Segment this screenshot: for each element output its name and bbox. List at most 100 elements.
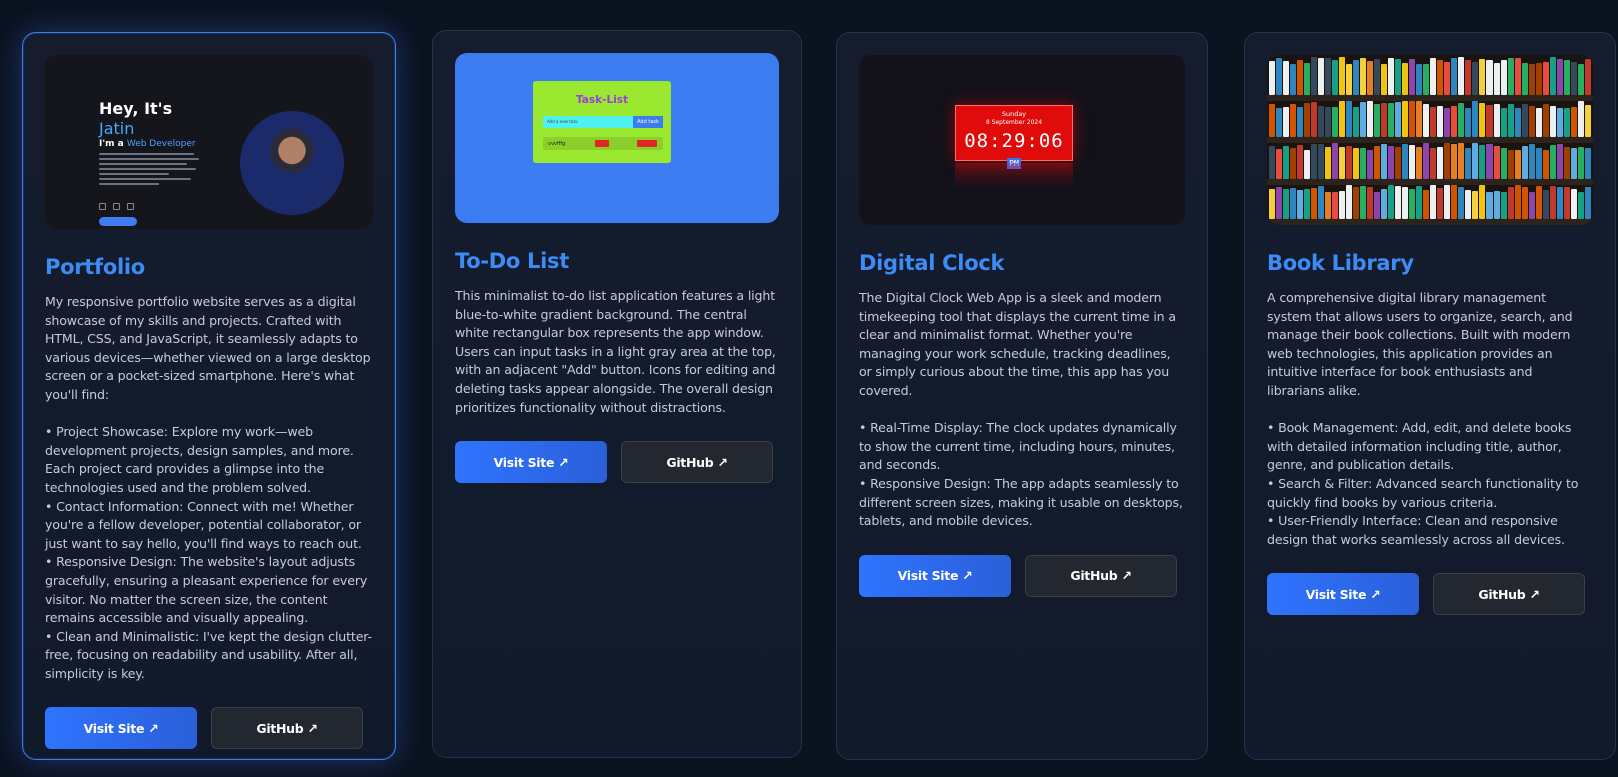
book-spine bbox=[1290, 64, 1297, 95]
book-spine bbox=[1444, 143, 1451, 179]
book-spine bbox=[1549, 186, 1556, 219]
book-spine bbox=[1339, 191, 1346, 219]
book-spine bbox=[1409, 145, 1416, 179]
book-spine bbox=[1395, 102, 1402, 137]
github-button[interactable]: GitHub ↗ bbox=[621, 441, 773, 484]
book-spine bbox=[1297, 60, 1304, 95]
book-spine bbox=[1423, 104, 1430, 137]
book-spine bbox=[1584, 148, 1591, 179]
visit-site-button[interactable]: Visit Site ↗ bbox=[45, 707, 197, 750]
book-spine bbox=[1521, 63, 1528, 95]
book-spine bbox=[1367, 61, 1374, 95]
card-title: Book Library bbox=[1267, 251, 1414, 275]
book-spine bbox=[1521, 187, 1528, 219]
book-spine bbox=[1346, 101, 1353, 137]
book-spine bbox=[1479, 59, 1486, 95]
book-spine bbox=[1500, 148, 1507, 179]
book-spine bbox=[1549, 145, 1556, 179]
book-spine bbox=[1283, 146, 1290, 179]
book-spine bbox=[1465, 148, 1472, 179]
visit-site-button[interactable]: Visit Site ↗ bbox=[1267, 573, 1419, 616]
book-spine bbox=[1395, 59, 1402, 95]
project-card-library: Book Library A comprehensive digital lib… bbox=[1244, 32, 1616, 760]
book-spine bbox=[1416, 186, 1423, 219]
book-spine bbox=[1514, 108, 1521, 137]
book-spine bbox=[1514, 58, 1521, 95]
book-spine bbox=[1304, 150, 1311, 179]
book-spine bbox=[1479, 103, 1486, 137]
visit-site-button[interactable]: Visit Site ↗ bbox=[455, 441, 607, 484]
github-button[interactable]: GitHub ↗ bbox=[1433, 573, 1585, 616]
book-spine bbox=[1346, 146, 1353, 179]
book-spine bbox=[1458, 143, 1465, 179]
library-thumbnail bbox=[1267, 55, 1593, 225]
book-spine bbox=[1269, 189, 1276, 219]
thumb-clock-day: Sunday bbox=[1001, 110, 1027, 118]
book-spine bbox=[1430, 107, 1437, 137]
book-spine bbox=[1318, 186, 1325, 219]
book-spine bbox=[1297, 190, 1304, 219]
book-spine bbox=[1472, 191, 1479, 219]
thumb-todo-delete bbox=[637, 140, 657, 147]
book-spine bbox=[1563, 187, 1570, 219]
book-spine bbox=[1402, 144, 1409, 179]
book-spine bbox=[1577, 64, 1584, 95]
book-spine bbox=[1269, 104, 1276, 137]
github-button[interactable]: GitHub ↗ bbox=[211, 707, 363, 750]
book-spine bbox=[1325, 192, 1332, 219]
book-spine bbox=[1437, 106, 1444, 137]
book-spine bbox=[1437, 60, 1444, 95]
book-spine bbox=[1493, 146, 1500, 179]
book-spine bbox=[1374, 59, 1381, 95]
book-spine bbox=[1500, 60, 1507, 95]
book-spine bbox=[1549, 106, 1556, 137]
project-card-portfolio: Hey, It's Jatin I'm a Web Developer Port… bbox=[22, 32, 396, 760]
github-button[interactable]: GitHub ↗ bbox=[1025, 554, 1177, 597]
book-spine bbox=[1423, 64, 1430, 95]
todo-thumbnail: Task-List Add a new task Add task vvvfff… bbox=[455, 53, 779, 223]
book-spine bbox=[1360, 148, 1367, 179]
book-row bbox=[1267, 57, 1593, 95]
book-spine bbox=[1304, 103, 1311, 137]
book-spine bbox=[1381, 144, 1388, 179]
book-spine bbox=[1304, 63, 1311, 95]
book-spine bbox=[1430, 58, 1437, 95]
book-spine bbox=[1493, 104, 1500, 137]
book-spine bbox=[1409, 101, 1416, 137]
book-spine bbox=[1472, 62, 1479, 95]
book-spine bbox=[1584, 59, 1591, 95]
card-title: To-Do List bbox=[455, 249, 569, 273]
book-spine bbox=[1528, 192, 1535, 219]
book-spine bbox=[1388, 58, 1395, 95]
card-title: Portfolio bbox=[45, 255, 145, 279]
book-spine bbox=[1521, 104, 1528, 137]
book-spine bbox=[1570, 189, 1577, 219]
clock-thumbnail: Sunday 8 September 2024 08:29:06 PM bbox=[859, 55, 1185, 225]
visit-site-button[interactable]: Visit Site ↗ bbox=[859, 554, 1011, 597]
avatar bbox=[240, 111, 344, 215]
book-spine bbox=[1423, 143, 1430, 179]
book-spine bbox=[1493, 191, 1500, 219]
book-spine bbox=[1290, 188, 1297, 219]
portfolio-thumbnail: Hey, It's Jatin I'm a Web Developer bbox=[45, 55, 373, 229]
book-spine bbox=[1353, 107, 1360, 137]
book-spine bbox=[1346, 185, 1353, 219]
thumb-greeting: Hey, It's bbox=[99, 99, 173, 118]
book-spine bbox=[1577, 192, 1584, 219]
book-spine bbox=[1388, 103, 1395, 137]
book-spine bbox=[1570, 107, 1577, 137]
book-spine bbox=[1507, 187, 1514, 219]
book-spine bbox=[1402, 101, 1409, 137]
book-spine bbox=[1360, 102, 1367, 137]
book-spine bbox=[1325, 107, 1332, 137]
book-spine bbox=[1283, 107, 1290, 137]
book-spine bbox=[1542, 190, 1549, 219]
book-spine bbox=[1409, 189, 1416, 219]
book-spine bbox=[1374, 192, 1381, 219]
book-spine bbox=[1500, 192, 1507, 219]
book-spine bbox=[1325, 58, 1332, 95]
book-spine bbox=[1507, 150, 1514, 179]
book-spine bbox=[1318, 144, 1325, 179]
book-spine bbox=[1535, 186, 1542, 219]
book-spine bbox=[1535, 148, 1542, 179]
